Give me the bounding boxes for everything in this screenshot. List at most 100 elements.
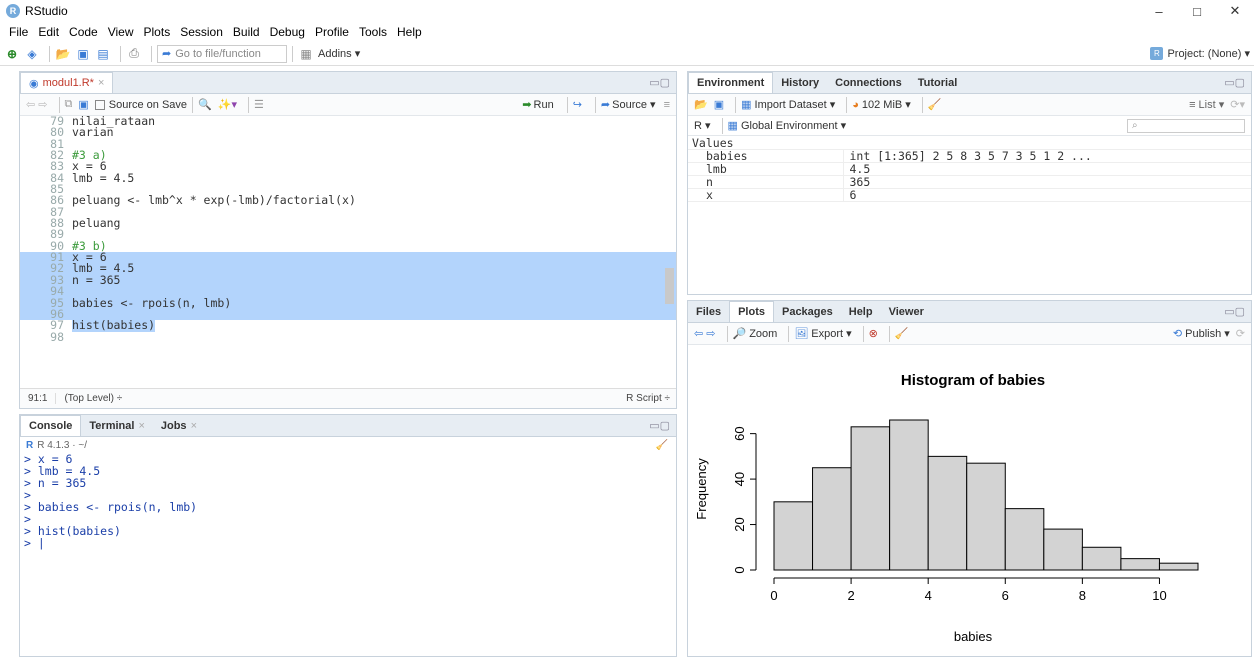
code-line[interactable]: 79 nilai_rataan — [20, 116, 676, 127]
code-editor[interactable]: 79 nilai_rataan 80 varian 81 82 #3 a) 83 x = 6 84… — [20, 116, 676, 461]
clear-plots-icon[interactable]: 🧹 — [895, 327, 909, 340]
tab-packages[interactable]: Packages — [774, 301, 841, 322]
menu-debug[interactable]: Debug — [265, 25, 310, 39]
x-tick-label: 2 — [847, 588, 854, 603]
pane-minmax-icon[interactable]: ▭▢ — [1224, 76, 1245, 89]
document-outline-icon[interactable]: ☰ — [254, 98, 264, 111]
menu-file[interactable]: File — [4, 25, 33, 39]
language-selector[interactable]: R ▾ — [694, 119, 711, 132]
load-workspace-icon[interactable]: 📂 — [694, 98, 708, 111]
close-tab-icon[interactable]: × — [138, 420, 144, 432]
new-file-icon[interactable]: ⊕ — [4, 45, 20, 63]
tab-modul1[interactable]: ◉ modul1.R* × — [20, 72, 114, 93]
import-dataset-button[interactable]: Import Dataset ▾ — [755, 98, 836, 111]
zoom-button[interactable]: Zoom — [749, 328, 777, 340]
scope-selector[interactable]: (Top Level) ÷ — [56, 393, 122, 404]
code-line[interactable]: 84 lmb = 4.5 — [20, 172, 676, 184]
tab-terminal[interactable]: Terminal × — [81, 415, 152, 436]
code-tools-icon[interactable]: ✨▾ — [218, 98, 237, 111]
code-text: peluang <- lmb^x * exp(-lmb)/factorial(x… — [72, 193, 356, 208]
code-line[interactable]: 93 n = 365 — [20, 274, 676, 287]
export-button[interactable]: Export ▾ — [811, 327, 851, 340]
show-in-window-icon[interactable]: ⧉ — [65, 98, 73, 111]
code-line[interactable]: 80 varian — [20, 126, 676, 138]
code-line[interactable]: 90 #3 b) — [20, 238, 676, 253]
tab-jobs[interactable]: Jobs × — [153, 415, 205, 436]
refresh-icon[interactable]: ⟳▾ — [1230, 98, 1245, 111]
menu-tools[interactable]: Tools — [354, 25, 392, 39]
menu-edit[interactable]: Edit — [33, 25, 64, 39]
tab-plots[interactable]: Plots — [729, 301, 774, 322]
menu-view[interactable]: View — [103, 25, 139, 39]
menu-plots[interactable]: Plots — [139, 25, 176, 39]
tab-files[interactable]: Files — [688, 301, 729, 322]
minimize-button[interactable]: – — [1140, 0, 1178, 22]
tab-history[interactable]: History — [773, 72, 827, 93]
source-on-save-checkbox[interactable] — [94, 99, 105, 110]
new-project-icon[interactable]: ◈ — [24, 45, 40, 63]
code-line[interactable]: 81 — [20, 136, 676, 151]
save-workspace-icon[interactable]: ▣ — [714, 98, 724, 111]
code-line[interactable]: 98 — [20, 331, 676, 343]
publish-button[interactable]: Publish ▾ — [1185, 327, 1230, 340]
save-icon[interactable]: ▣ — [75, 45, 91, 63]
close-button[interactable]: ✕ — [1216, 0, 1254, 22]
source-on-save-label: Source on Save — [108, 98, 188, 111]
menu-help[interactable]: Help — [392, 25, 427, 39]
pane-minmax-icon[interactable]: ▭▢ — [649, 76, 670, 89]
close-tab-icon[interactable]: × — [98, 77, 104, 89]
console-output[interactable]: > x = 6 > lmb = 4.5 > n = 365 > > babies <- … — [20, 453, 676, 549]
pane-minmax-icon[interactable]: ▭▢ — [1224, 305, 1245, 318]
grid-layout-icon[interactable]: ▦ — [298, 45, 314, 63]
tab-help[interactable]: Help — [841, 301, 881, 322]
clear-console-icon[interactable]: 🧹 — [656, 440, 668, 451]
refresh-icon[interactable]: ⟳ — [1236, 327, 1245, 340]
save-icon[interactable]: ▣ — [78, 98, 88, 111]
line-number: 90 — [50, 238, 64, 253]
code-line[interactable]: 82 #3 a) — [20, 149, 676, 161]
run-button[interactable]: Run — [534, 99, 554, 111]
close-tab-icon[interactable]: × — [191, 420, 197, 432]
search-icon[interactable]: 🔍 — [198, 98, 212, 111]
filetype-selector[interactable]: R Script ÷ — [626, 393, 670, 404]
tab-console[interactable]: Console — [20, 415, 82, 436]
tab-connections[interactable]: Connections — [827, 72, 910, 93]
open-file-icon[interactable]: 📂 — [55, 45, 71, 63]
menu-session[interactable]: Session — [175, 25, 228, 39]
code-line[interactable]: 88 peluang — [20, 217, 676, 229]
save-all-icon[interactable]: ▤ — [95, 45, 111, 63]
rerun-icon[interactable]: ↪ — [573, 98, 582, 111]
pane-minmax-icon[interactable]: ▭▢ — [649, 419, 670, 432]
memory-usage[interactable]: 102 MiB ▾ — [862, 98, 911, 111]
view-mode-selector[interactable]: List ▾ — [1199, 98, 1225, 111]
env-row[interactable]: x6 — [688, 188, 1251, 202]
env-row[interactable]: lmb 4.5 — [688, 162, 1251, 176]
goto-file-input[interactable]: ➦ Go to file/function — [157, 44, 287, 63]
tab-viewer[interactable]: Viewer — [881, 301, 932, 322]
line-number: 81 — [50, 136, 64, 151]
print-icon[interactable]: ⎙ — [126, 45, 142, 63]
tab-tutorial[interactable]: Tutorial — [910, 72, 966, 93]
code-line[interactable]: 97 hist(babies) — [20, 318, 676, 333]
back-forward-icon[interactable]: ⇦ ⇨ — [26, 98, 48, 111]
source-button[interactable]: Source ▾ — [612, 98, 655, 111]
code-line[interactable]: 89 — [20, 229, 676, 241]
env-search-input[interactable]: ⌕ — [1127, 118, 1245, 133]
menu-code[interactable]: Code — [64, 25, 103, 39]
editor-scrollbar-thumb[interactable] — [665, 268, 674, 304]
env-row[interactable]: babies int [1:365] 2 5 8 3 5 7 3 5 1 2 ..… — [688, 150, 1251, 163]
project-menu[interactable]: R Project: (None) ▾ — [1150, 47, 1250, 60]
code-line[interactable]: 95 babies <- rpois(n, lmb) — [20, 297, 676, 309]
tab-environment[interactable]: Environment — [688, 72, 774, 93]
environment-selector[interactable]: Global Environment ▾ — [741, 119, 846, 132]
menu-build[interactable]: Build — [228, 25, 265, 39]
clear-workspace-icon[interactable]: 🧹 — [928, 98, 942, 111]
addins-menu[interactable]: Addins ▾ — [318, 47, 360, 60]
code-line[interactable]: 86 peluang <- lmb^x * exp(-lmb)/factorial… — [20, 193, 676, 208]
menu-lines-icon[interactable]: ≡ — [664, 99, 670, 111]
maximize-button[interactable]: □ — [1178, 0, 1216, 22]
remove-plot-icon[interactable]: ⊗ — [869, 327, 878, 340]
env-row[interactable]: n 365 — [688, 175, 1251, 189]
menu-profile[interactable]: Profile — [310, 25, 354, 39]
back-forward-icon[interactable]: ⇦ ⇨ — [694, 327, 716, 340]
